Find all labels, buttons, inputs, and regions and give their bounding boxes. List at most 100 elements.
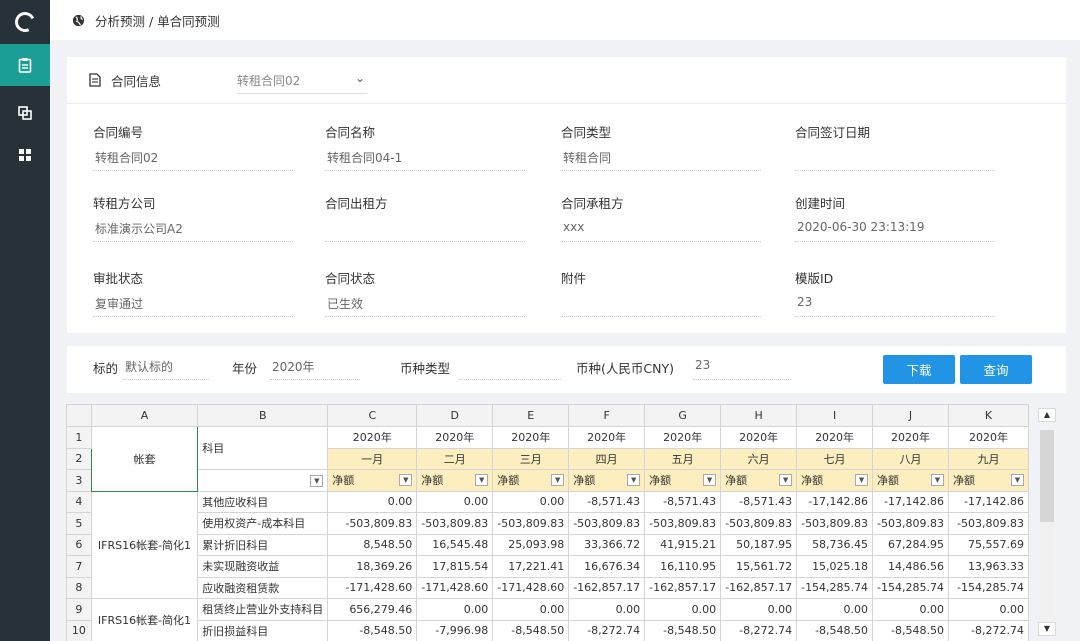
measure-cell[interactable]: 净额 ▼ <box>327 469 418 492</box>
value-cell[interactable]: 25,093.98 <box>492 533 570 556</box>
currency-type-input[interactable] <box>459 358 561 380</box>
row-header[interactable]: 1 <box>66 426 92 449</box>
row-header[interactable]: 10 <box>66 619 92 641</box>
value-cell[interactable]: -8,571.43 <box>568 490 646 513</box>
value-cell[interactable]: -8,272.74 <box>720 619 798 641</box>
filter-dropdown-icon[interactable]: ▼ <box>703 474 717 487</box>
value-cell[interactable]: 17,815.54 <box>416 555 494 578</box>
year-cell[interactable]: 2020年 <box>720 426 798 449</box>
value-cell[interactable]: -171,428.60 <box>327 576 418 599</box>
value-cell[interactable]: -171,428.60 <box>492 576 570 599</box>
row-header[interactable]: 3 <box>66 469 92 492</box>
value-cell[interactable]: -162,857.17 <box>644 576 722 599</box>
value-cell[interactable]: 16,545.48 <box>416 533 494 556</box>
currency-input[interactable]: 23 <box>693 358 791 380</box>
month-cell[interactable]: 六月 <box>720 447 798 470</box>
value-cell[interactable]: -8,272.74 <box>948 619 1029 641</box>
value-cell[interactable]: -503,809.83 <box>644 512 722 535</box>
value-cell[interactable]: 75,557.69 <box>948 533 1029 556</box>
subject-cell[interactable]: 应收融资租赁款 <box>197 576 329 599</box>
value-cell[interactable]: -8,548.50 <box>327 619 418 641</box>
target-input[interactable]: 默认标的 <box>123 358 209 380</box>
month-cell[interactable]: 七月 <box>796 447 874 470</box>
value-cell[interactable]: -503,809.83 <box>796 512 874 535</box>
year-cell[interactable]: 2020年 <box>644 426 722 449</box>
col-header[interactable]: C <box>327 404 418 427</box>
value-cell[interactable]: -17,142.86 <box>872 490 949 513</box>
value-cell[interactable]: -171,428.60 <box>416 576 494 599</box>
value-cell[interactable]: 16,676.34 <box>568 555 646 578</box>
filter-dropdown-icon[interactable]: ▼ <box>779 474 793 487</box>
account-set-header[interactable]: 帐套 <box>90 426 199 492</box>
year-input[interactable]: 2020年 <box>270 358 360 380</box>
subject-cell[interactable]: 租赁终止营业外支持科目 <box>197 598 329 621</box>
value-cell[interactable]: -503,809.83 <box>948 512 1029 535</box>
month-cell[interactable]: 一月 <box>327 447 418 470</box>
value-cell[interactable]: -503,809.83 <box>872 512 949 535</box>
value-cell[interactable]: 18,369.26 <box>327 555 418 578</box>
value-cell[interactable]: 0.00 <box>872 598 949 621</box>
value-cell[interactable]: 0.00 <box>644 598 722 621</box>
month-cell[interactable]: 四月 <box>568 447 646 470</box>
filter-dropdown-icon[interactable]: ▼ <box>855 474 869 487</box>
scroll-down-icon[interactable]: ▼ <box>1038 622 1056 636</box>
value-cell[interactable]: 0.00 <box>948 598 1029 621</box>
year-cell[interactable]: 2020年 <box>568 426 646 449</box>
filter-dropdown-icon[interactable]: ▼ <box>1011 474 1024 487</box>
query-button[interactable]: 查询 <box>960 355 1032 384</box>
value-cell[interactable]: 0.00 <box>720 598 798 621</box>
filter-dropdown-icon[interactable]: ▼ <box>399 474 413 487</box>
value-cell[interactable]: -8,548.50 <box>644 619 722 641</box>
month-cell[interactable]: 三月 <box>492 447 570 470</box>
account-set-cell[interactable]: IFRS16帐套-简化1 <box>90 598 199 641</box>
measure-cell[interactable]: 净额 ▼ <box>416 469 494 492</box>
value-cell[interactable]: 50,187.95 <box>720 533 798 556</box>
value-cell[interactable]: -154,285.74 <box>872 576 949 599</box>
vertical-scrollbar[interactable]: ▲ ▼ <box>1037 408 1057 638</box>
subject-cell[interactable]: 累计折旧科目 <box>197 533 329 556</box>
value-cell[interactable]: -503,809.83 <box>327 512 418 535</box>
col-header[interactable]: I <box>796 404 874 427</box>
value-cell[interactable]: 13,963.33 <box>948 555 1029 578</box>
value-cell[interactable]: 16,110.95 <box>644 555 722 578</box>
measure-cell[interactable]: 净额 ▼ <box>948 469 1029 492</box>
logo[interactable] <box>0 0 50 44</box>
account-set-cell[interactable]: IFRS16帐套-简化1 <box>90 490 199 599</box>
col-header[interactable]: K <box>948 404 1029 427</box>
col-header[interactable]: J <box>872 404 949 427</box>
nav-grid[interactable] <box>0 134 50 176</box>
subject-cell[interactable]: 未实现融资收益 <box>197 555 329 578</box>
spreadsheet[interactable]: A B C D E F G H I J K 1 帐套 科目 2020年 2020… <box>66 404 1029 641</box>
subject-header[interactable]: 科目 <box>197 426 329 470</box>
col-header[interactable]: D <box>416 404 494 427</box>
value-cell[interactable]: 58,736.45 <box>796 533 874 556</box>
filter-dropdown-icon[interactable]: ▼ <box>627 474 641 487</box>
value-cell[interactable]: -154,285.74 <box>796 576 874 599</box>
col-header[interactable]: F <box>568 404 646 427</box>
measure-cell[interactable]: 净额 ▼ <box>872 469 949 492</box>
subject-cell[interactable]: 其他应收科目 <box>197 490 329 513</box>
measure-cell[interactable]: 净额 ▼ <box>720 469 798 492</box>
row-header[interactable]: 8 <box>66 576 92 599</box>
value-cell[interactable]: -162,857.17 <box>568 576 646 599</box>
row-header[interactable]: 2 <box>66 447 92 470</box>
value-cell[interactable]: 0.00 <box>327 490 418 513</box>
value-cell[interactable]: -8,548.50 <box>492 619 570 641</box>
value-cell[interactable]: 0.00 <box>416 490 494 513</box>
value-cell[interactable]: 33,366.72 <box>568 533 646 556</box>
scroll-thumb[interactable] <box>1040 430 1054 522</box>
value-cell[interactable]: 67,284.95 <box>872 533 949 556</box>
value-cell[interactable]: -8,548.50 <box>796 619 874 641</box>
year-cell[interactable]: 2020年 <box>327 426 418 449</box>
filter-dropdown-icon[interactable]: ▼ <box>931 474 944 487</box>
value-cell[interactable]: 0.00 <box>492 490 570 513</box>
value-cell[interactable]: 0.00 <box>568 598 646 621</box>
value-cell[interactable]: 0.00 <box>796 598 874 621</box>
year-cell[interactable]: 2020年 <box>416 426 494 449</box>
value-cell[interactable]: -503,809.83 <box>568 512 646 535</box>
measure-cell[interactable]: 净额 ▼ <box>796 469 874 492</box>
value-cell[interactable]: -154,285.74 <box>948 576 1029 599</box>
col-header[interactable]: E <box>492 404 570 427</box>
nav-copy[interactable] <box>0 92 50 134</box>
measure-cell[interactable]: 净额 ▼ <box>644 469 722 492</box>
